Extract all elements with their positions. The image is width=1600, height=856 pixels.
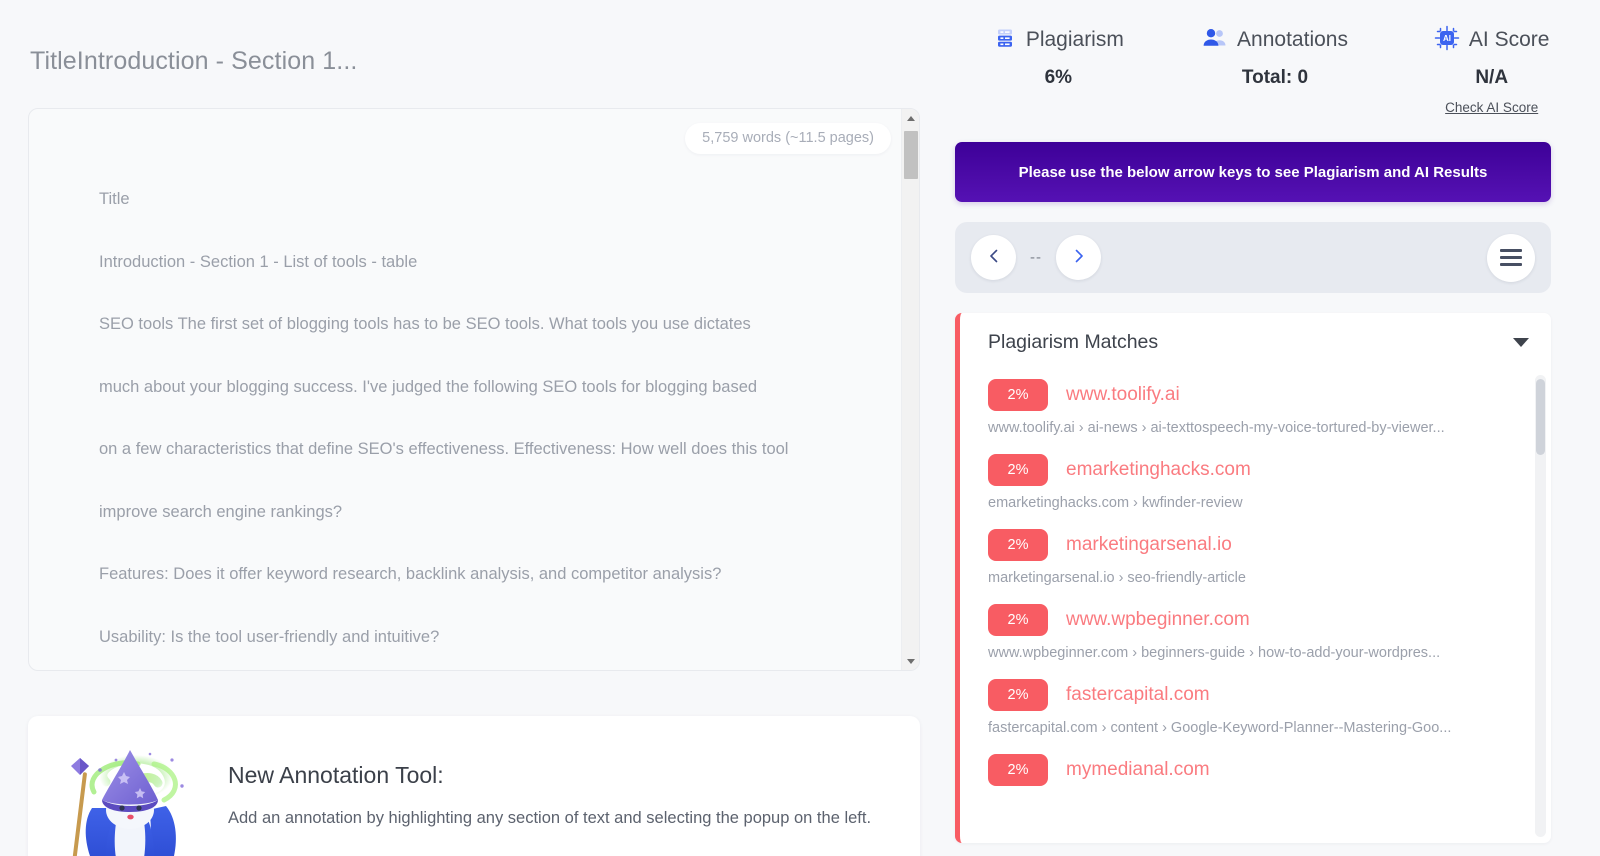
stat-annotations[interactable]: Annotations Total: 0 (1167, 22, 1384, 115)
chevron-left-icon (986, 248, 1002, 267)
match-path: marketingarsenal.io › seo-friendly-artic… (988, 570, 1246, 586)
doc-line: on a few characteristics that define SEO… (99, 440, 789, 458)
doc-line: Features: Does it offer keyword research… (99, 565, 722, 583)
matches-scroll-area[interactable]: 2% www.toolify.ai www.toolify.ai › ai-ne… (960, 371, 1551, 843)
stat-ai-score[interactable]: AI AI Score N/A Check AI Score (1383, 22, 1600, 115)
scrollbar-thumb[interactable] (904, 131, 918, 179)
list-item[interactable]: 2% marketingarsenal.io marketingarsenal.… (988, 529, 1525, 586)
match-domain-link[interactable]: www.toolify.ai (1066, 384, 1180, 406)
results-panel: Plagiarism 6% Annotations Total: 0 AI AI… (950, 0, 1600, 856)
doc-line: improve search engine rankings? (99, 502, 343, 521)
app-root: TitleIntroduction - Section 1... 5,759 w… (0, 0, 1600, 856)
match-domain-link[interactable]: emarketinghacks.com (1066, 459, 1251, 481)
matches-header: Plagiarism Matches (960, 313, 1551, 371)
match-percent-badge: 2% (988, 454, 1048, 486)
match-domain-link[interactable]: mymedianal.com (1066, 759, 1210, 781)
document-scrollbar[interactable] (901, 109, 919, 670)
match-path: www.toolify.ai › ai-news › ai-texttospee… (988, 420, 1445, 436)
wizard-mascot-icon (54, 734, 204, 856)
document-text[interactable]: Title Introduction - Section 1 - List of… (29, 109, 901, 670)
matches-scrollbar-thumb[interactable] (1536, 379, 1545, 455)
match-percent-badge: 2% (988, 379, 1048, 411)
chevron-right-icon (1071, 248, 1087, 267)
list-item[interactable]: 2% emarketinghacks.com emarketinghacks.c… (988, 454, 1525, 511)
match-domain-link[interactable]: www.wpbeginner.com (1066, 609, 1250, 631)
stat-plagiarism[interactable]: Plagiarism 6% (950, 22, 1167, 115)
stat-value: 6% (1044, 67, 1073, 88)
promo-subtitle: Add an annotation by highlighting any se… (228, 809, 872, 827)
match-path: emarketinghacks.com › kwfinder-review (988, 495, 1243, 511)
caret-down-icon[interactable] (1513, 337, 1529, 347)
doc-line: Title (99, 190, 130, 208)
svg-text:AI: AI (1443, 34, 1451, 43)
matches-title: Plagiarism Matches (988, 330, 1159, 353)
match-percent-badge: 2% (988, 754, 1048, 786)
list-item[interactable]: 2% mymedianal.com (988, 754, 1525, 786)
document-editor-card[interactable]: 5,759 words (~11.5 pages) Title Introduc… (28, 108, 920, 671)
list-item[interactable]: 2% fastercapital.com fastercapital.com ›… (988, 679, 1525, 736)
result-counter: -- (1030, 249, 1042, 266)
promo-copy: New Annotation Tool: Add an annotation b… (204, 734, 871, 828)
match-domain-link[interactable]: fastercapital.com (1066, 684, 1210, 706)
list-item[interactable]: 2% www.toolify.ai www.toolify.ai › ai-ne… (988, 379, 1525, 436)
check-ai-score-link[interactable]: Check AI Score (1383, 100, 1600, 115)
match-path: www.wpbeginner.com › beginners-guide › h… (988, 645, 1441, 661)
document-column: TitleIntroduction - Section 1... 5,759 w… (0, 0, 950, 856)
match-percent-badge: 2% (988, 529, 1048, 561)
doc-line: Introduction - Section 1 - List of tools… (99, 252, 418, 271)
matches-list: 2% www.toolify.ai www.toolify.ai › ai-ne… (960, 371, 1551, 786)
results-nav-bar: -- (955, 222, 1551, 293)
stat-value: N/A (1475, 67, 1509, 88)
scroll-down-arrow-icon[interactable] (902, 652, 919, 670)
stat-label: Annotations (1237, 28, 1348, 51)
annotation-promo-card: New Annotation Tool: Add an annotation b… (28, 716, 920, 856)
match-domain-link[interactable]: marketingarsenal.io (1066, 534, 1232, 556)
next-result-button[interactable] (1056, 235, 1101, 280)
previous-result-button[interactable] (971, 235, 1016, 280)
stat-label: Plagiarism (1025, 28, 1124, 51)
doc-line: Usability: Is the tool user-friendly and… (99, 627, 440, 646)
match-percent-badge: 2% (988, 604, 1048, 636)
stats-row: Plagiarism 6% Annotations Total: 0 AI AI… (950, 22, 1600, 115)
stat-value: Total: 0 (1241, 67, 1309, 88)
doc-line: SEO tools The first set of blogging tool… (99, 315, 751, 333)
doc-line: much about your blogging success. I've j… (99, 377, 758, 396)
stat-label: AI Score (1468, 28, 1550, 51)
instruction-banner: Please use the below arrow keys to see P… (955, 142, 1551, 202)
match-percent-badge: 2% (988, 679, 1048, 711)
plagiarism-matches-panel: Plagiarism Matches 2% www.toolify.ai www… (955, 313, 1551, 843)
plagiarism-icon (993, 26, 1017, 55)
annotations-icon (1202, 26, 1228, 55)
hamburger-menu-icon[interactable] (1487, 233, 1535, 282)
match-path: fastercapital.com › content › Google-Key… (988, 720, 1452, 736)
scroll-up-arrow-icon[interactable] (902, 109, 919, 127)
page-title: TitleIntroduction - Section 1... (30, 47, 358, 75)
promo-title: New Annotation Tool: (228, 762, 444, 788)
matches-scrollbar[interactable] (1535, 375, 1546, 837)
ai-chip-icon: AI (1434, 25, 1460, 56)
list-item[interactable]: 2% www.wpbeginner.com www.wpbeginner.com… (988, 604, 1525, 661)
